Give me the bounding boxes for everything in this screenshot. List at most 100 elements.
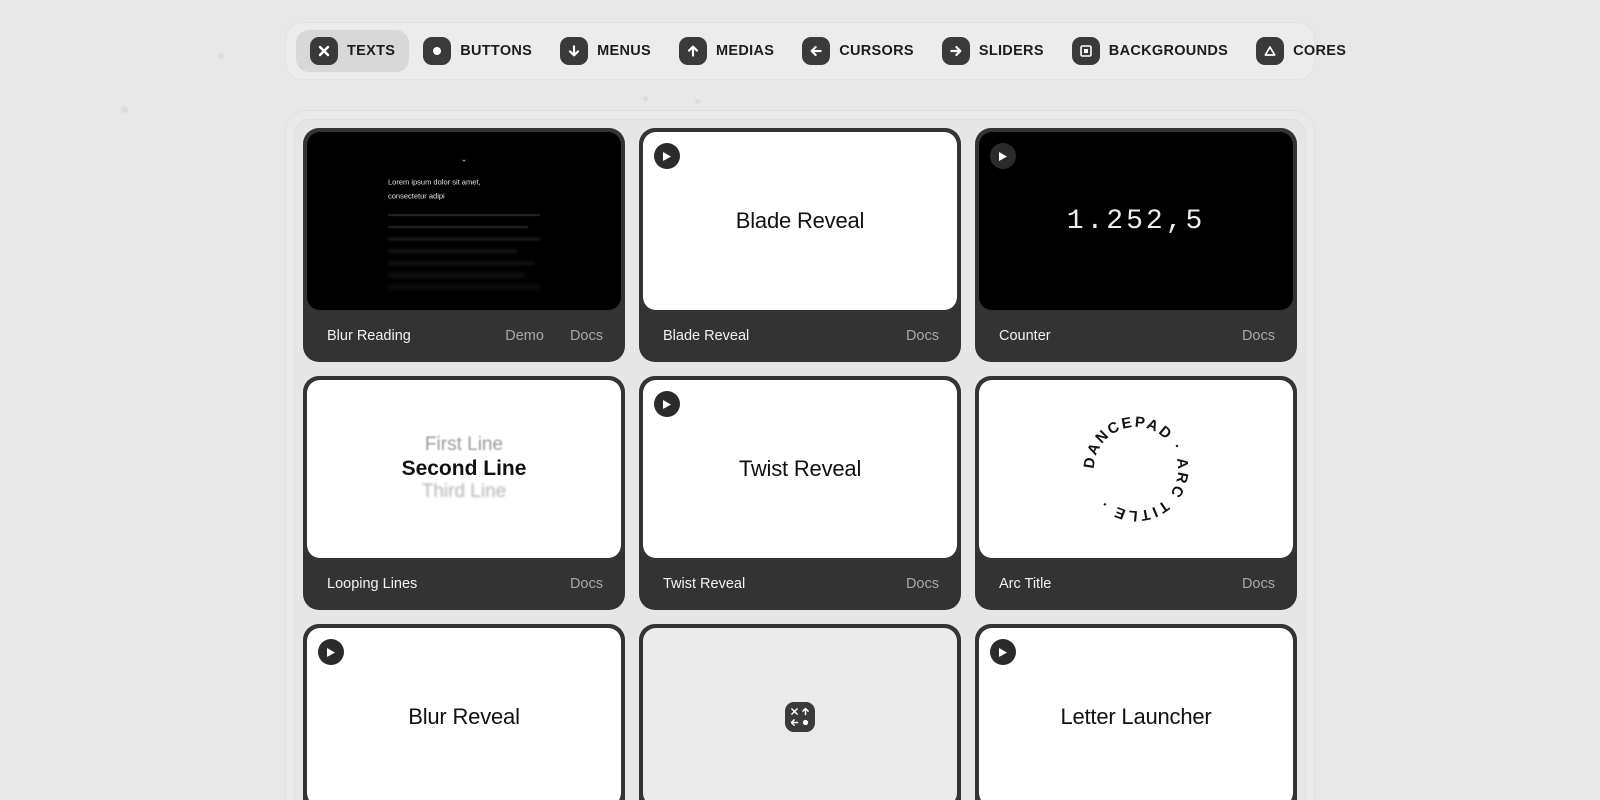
card-link-docs[interactable]: Docs xyxy=(1242,328,1275,344)
card-preview: Blur Reveal xyxy=(307,628,621,800)
card-footer: Twist Reveal Docs xyxy=(643,558,957,610)
card-link-docs[interactable]: Docs xyxy=(570,576,603,592)
reading-blur-line xyxy=(388,214,540,216)
card-preview: 1.252,5 xyxy=(979,132,1293,310)
card-link-docs[interactable]: Docs xyxy=(1242,576,1275,592)
card-footer: Blur Reading Demo Docs xyxy=(307,310,621,362)
nav-item-buttons[interactable]: BUTTONS xyxy=(409,30,546,72)
card-preview: Blade Reveal xyxy=(643,132,957,310)
card-title: Blur Reading xyxy=(327,328,411,344)
component-grid-icon xyxy=(785,702,815,732)
nav-item-backgrounds[interactable]: BACKGROUNDS xyxy=(1058,30,1242,72)
reading-line-1: Lorem ipsum dolor sit amet, xyxy=(388,177,481,187)
close-x-icon xyxy=(310,37,338,65)
looping-line-second: Second Line xyxy=(401,456,527,480)
play-button[interactable] xyxy=(654,391,680,417)
reading-blur-line xyxy=(388,250,518,252)
category-navbar: TEXTS BUTTONS MENUS MEDIAS CURSORS SLIDERS BAC… xyxy=(285,22,1346,80)
card-preview: Twist Reveal xyxy=(643,380,957,558)
nav-item-label: MENUS xyxy=(597,43,652,59)
counter-value: 1.252,5 xyxy=(1066,205,1206,237)
nav-item-label: BACKGROUNDS xyxy=(1108,43,1229,59)
card-preview xyxy=(643,628,957,800)
reading-blur-line xyxy=(388,238,540,240)
decorative-dot xyxy=(643,96,648,101)
triangle-up-icon xyxy=(1256,37,1285,65)
component-card-twist-reveal[interactable]: Twist Reveal Twist Reveal Docs xyxy=(639,376,961,610)
reading-blur-line xyxy=(388,262,534,264)
blur-reading-preview: ⌄ Lorem ipsum dolor sit amet, consectetu… xyxy=(388,155,540,288)
preview-title: Twist Reveal xyxy=(738,456,862,481)
nav-item-label: BUTTONS xyxy=(460,43,533,59)
arc-title-text: DANCEPAD · ARC TITLE · xyxy=(1081,414,1192,525)
looping-lines-preview: First Line Second Line Third Line xyxy=(402,434,527,504)
looping-line-first: First Line xyxy=(424,434,504,456)
looping-line-third: Third Line xyxy=(421,481,507,503)
nav-item-label: TEXTS xyxy=(347,43,396,59)
preview-title: Letter Launcher xyxy=(1060,704,1212,729)
component-card-arc-title[interactable]: DANCEPAD · ARC TITLE · Arc Title Docs xyxy=(975,376,1297,610)
card-footer: Blade Reveal Docs xyxy=(643,310,957,362)
component-card-letter-launcher[interactable]: Letter Launcher Letter Launcher xyxy=(975,624,1297,800)
card-title: Arc Title xyxy=(999,576,1052,592)
nav-item-menus[interactable]: MENUS xyxy=(546,30,665,72)
card-links: Docs xyxy=(906,576,939,592)
component-card-counter[interactable]: 1.252,5 Counter Docs xyxy=(975,128,1297,362)
nav-item-label: CURSORS xyxy=(839,43,914,59)
card-title: Twist Reveal xyxy=(663,576,746,592)
arrow-left-icon xyxy=(802,37,831,65)
card-link-docs[interactable]: Docs xyxy=(906,576,939,592)
card-links: Docs xyxy=(1242,576,1275,592)
card-footer: Counter Docs xyxy=(979,310,1293,362)
nav-item-cursors[interactable]: CURSORS xyxy=(788,30,928,72)
decorative-dot xyxy=(695,99,700,104)
components-panel-outer: ⌄ Lorem ipsum dolor sit amet, consectetu… xyxy=(285,110,1315,800)
reading-blur-line xyxy=(388,226,528,228)
component-card-blade-reveal[interactable]: Blade Reveal Blade Reveal Docs xyxy=(639,128,961,362)
nav-item-texts[interactable]: TEXTS xyxy=(296,30,410,72)
components-panel-inner: ⌄ Lorem ipsum dolor sit amet, consectetu… xyxy=(294,119,1306,800)
play-button[interactable] xyxy=(318,639,344,665)
card-footer: Arc Title Docs xyxy=(979,558,1293,610)
card-preview: Letter Launcher xyxy=(979,628,1293,800)
card-links: Docs xyxy=(906,328,939,344)
decorative-dot xyxy=(121,106,128,113)
play-button[interactable] xyxy=(654,143,680,169)
play-button[interactable] xyxy=(990,639,1016,665)
reading-blur-line xyxy=(388,286,540,288)
component-card-grid: ⌄ Lorem ipsum dolor sit amet, consectetu… xyxy=(303,128,1297,800)
card-link-docs[interactable]: Docs xyxy=(906,328,939,344)
card-title: Looping Lines xyxy=(327,576,418,592)
arrow-down-icon xyxy=(560,37,589,65)
card-links: Docs xyxy=(570,576,603,592)
reading-blur-line xyxy=(388,274,525,276)
circle-dot-icon xyxy=(423,37,452,65)
play-button[interactable] xyxy=(990,143,1016,169)
nav-item-label: SLIDERS xyxy=(978,43,1044,59)
nav-item-medias[interactable]: MEDIAS xyxy=(665,30,788,72)
nav-item-label: CORES xyxy=(1293,43,1347,59)
component-card-blur-reading[interactable]: ⌄ Lorem ipsum dolor sit amet, consectetu… xyxy=(303,128,625,362)
card-link-docs[interactable]: Docs xyxy=(570,328,603,344)
card-title: Counter xyxy=(999,328,1051,344)
card-preview: ⌄ Lorem ipsum dolor sit amet, consectetu… xyxy=(307,132,621,310)
component-card-blur-reveal[interactable]: Blur Reveal Blur Reveal xyxy=(303,624,625,800)
card-links: Demo Docs xyxy=(505,328,603,344)
preview-title: Blur Reveal xyxy=(408,704,520,729)
arc-title-preview: DANCEPAD · ARC TITLE · xyxy=(1081,414,1192,525)
preview-title: Blade Reveal xyxy=(735,208,865,233)
decorative-dot xyxy=(218,53,224,59)
card-links: Docs xyxy=(1242,328,1275,344)
arrow-up-icon xyxy=(679,37,708,65)
component-card-looping-lines[interactable]: First Line Second Line Third Line Loopin… xyxy=(303,376,625,610)
square-stop-icon xyxy=(1071,37,1100,65)
card-preview: DANCEPAD · ARC TITLE · xyxy=(979,380,1293,558)
arrow-right-icon xyxy=(941,37,970,65)
component-card-component[interactable] xyxy=(639,624,961,800)
nav-item-sliders[interactable]: SLIDERS xyxy=(928,30,1058,72)
nav-item-label: MEDIAS xyxy=(716,43,775,59)
card-footer: Looping Lines Docs xyxy=(307,558,621,610)
card-link-demo[interactable]: Demo xyxy=(505,328,544,344)
reading-line-2: consectetur adipi xyxy=(388,191,445,201)
nav-item-cores[interactable]: CORES xyxy=(1242,30,1360,72)
